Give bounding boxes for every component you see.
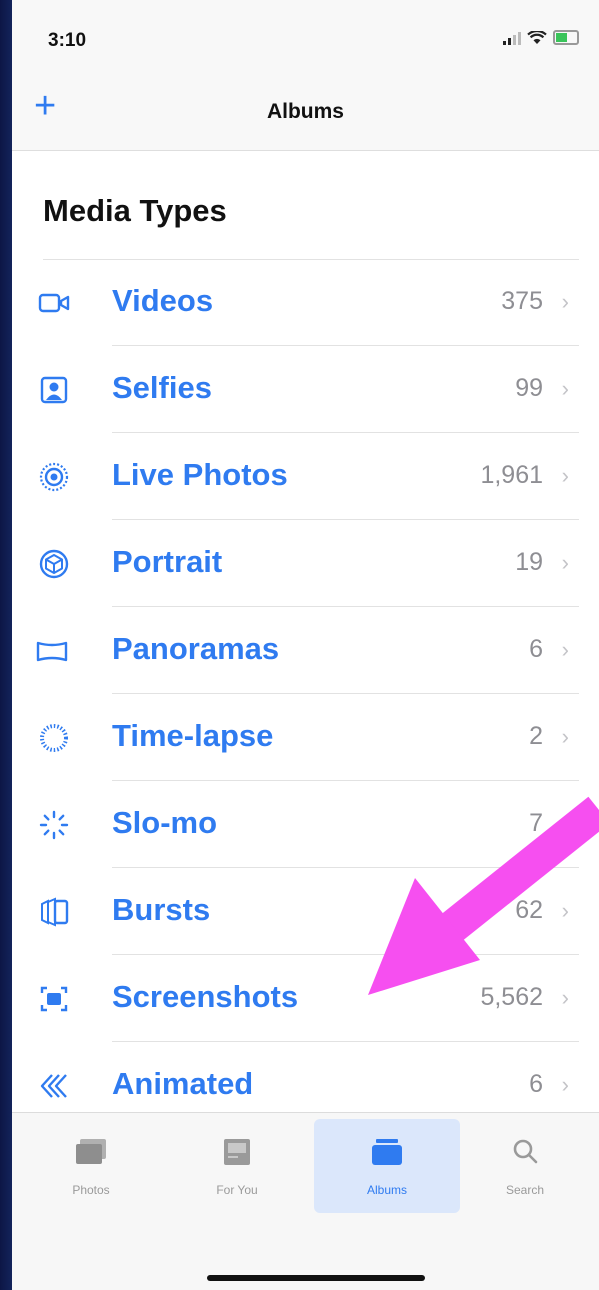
row-label: Videos [112, 283, 214, 318]
status-icons [503, 30, 579, 45]
row-count: 1,961 [480, 461, 543, 489]
tab-label: For You [216, 1183, 258, 1197]
section-title-media-types: Media Types [43, 193, 227, 228]
row-count: 7 [529, 809, 543, 837]
row-label: Animated [112, 1066, 254, 1101]
tab-label: Search [505, 1183, 545, 1197]
row-label: Time-lapse [112, 718, 274, 753]
list-item-panoramas[interactable]: Panoramas 6 › [12, 607, 599, 694]
list-item-videos[interactable]: Videos 375 › [12, 259, 599, 346]
chevron-right-icon: › [561, 550, 569, 575]
row-count: 6 [529, 635, 543, 663]
status-bar: 3:10 [12, 0, 599, 70]
panorama-icon [36, 641, 68, 662]
navigation-bar: + Albums [12, 70, 599, 151]
list-item-screenshots[interactable]: Screenshots 5,562 › [12, 955, 599, 1042]
search-icon [513, 1139, 538, 1164]
tab-albums[interactable]: Albums [314, 1119, 460, 1213]
row-label: Panoramas [112, 631, 280, 666]
row-count: 5,562 [480, 983, 543, 1011]
photos-tab-icon [76, 1139, 106, 1164]
animated-icon [40, 1074, 67, 1098]
chevron-right-icon: › [561, 1072, 569, 1097]
chevron-right-icon: › [561, 463, 569, 488]
for-you-tab-icon [224, 1139, 250, 1165]
row-label: Portrait [112, 544, 223, 579]
chevron-right-icon: › [561, 637, 569, 662]
home-indicator[interactable] [207, 1275, 425, 1281]
albums-tab-icon [372, 1139, 402, 1165]
chevron-right-icon: › [561, 376, 569, 401]
video-icon [38, 293, 70, 313]
chevron-right-icon: › [561, 724, 569, 749]
row-label: Selfies [112, 370, 212, 405]
chevron-right-icon: › [561, 985, 569, 1010]
list-item-slo-mo[interactable]: Slo-mo 7 › [12, 781, 599, 868]
list-item-bursts[interactable]: Bursts 62 › [12, 868, 599, 955]
row-label: Bursts [112, 892, 211, 927]
row-count: 2 [529, 722, 543, 750]
tab-label: Albums [366, 1183, 407, 1197]
media-types-list: Videos 375 › Selfies 99 › Live Photos 1,… [12, 259, 599, 1129]
tab-photos[interactable]: Photos [18, 1113, 164, 1213]
row-count: 99 [515, 374, 543, 402]
list-item-portrait[interactable]: Portrait 19 › [12, 520, 599, 607]
list-item-selfies[interactable]: Selfies 99 › [12, 346, 599, 433]
timelapse-icon [40, 724, 68, 752]
chevron-right-icon: › [561, 811, 569, 836]
battery-icon [553, 30, 579, 45]
tab-label: Photos [72, 1183, 110, 1197]
wifi-icon [527, 30, 547, 44]
row-label: Slo-mo [112, 805, 218, 840]
tab-for-you[interactable]: For You [164, 1113, 310, 1213]
list-item-time-lapse[interactable]: Time-lapse 2 › [12, 694, 599, 781]
row-count: 6 [529, 1070, 543, 1098]
chevron-right-icon: › [561, 898, 569, 923]
portrait-icon [39, 549, 69, 579]
row-count: 375 [501, 287, 543, 315]
phone-screen: 3:10 + Albums Media Types Videos 375 › S… [12, 0, 599, 1290]
bursts-icon [41, 897, 69, 927]
slomo-icon [39, 810, 69, 840]
live-photo-icon [39, 462, 69, 492]
row-label: Screenshots [112, 979, 299, 1014]
selfie-icon [40, 376, 68, 404]
row-label: Live Photos [112, 457, 288, 492]
cellular-signal-icon [503, 31, 521, 45]
page-title: Albums [266, 100, 344, 123]
status-time: 3:10 [48, 30, 87, 51]
row-count: 62 [515, 896, 543, 924]
tab-search[interactable]: Search [452, 1113, 598, 1213]
chevron-right-icon: › [561, 289, 569, 314]
list-item-live-photos[interactable]: Live Photos 1,961 › [12, 433, 599, 520]
screenshot-icon [40, 986, 68, 1012]
tab-bar: Photos For You Albums Search [12, 1112, 599, 1290]
row-count: 19 [515, 548, 543, 576]
